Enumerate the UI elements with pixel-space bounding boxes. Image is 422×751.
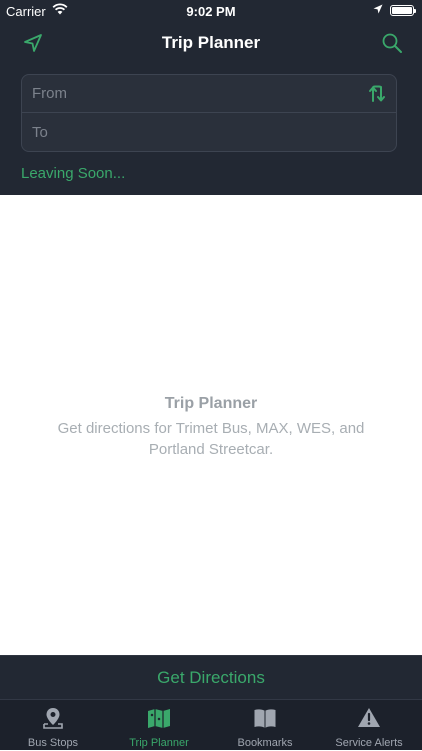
from-field[interactable]: From [22,75,396,113]
tab-trip-planner[interactable]: Trip Planner [106,700,212,751]
leaving-time-button[interactable]: Leaving Soon... [21,165,125,182]
status-bar: Carrier 9:02 PM [0,0,422,22]
get-directions-button[interactable]: Get Directions [0,655,422,699]
swap-icon[interactable] [368,85,386,103]
page-title: Trip Planner [161,33,261,52]
tab-label: Trip Planner [129,737,189,749]
location-services-icon [373,4,383,14]
to-field[interactable]: To [22,114,396,151]
trip-fields: From To [21,74,397,152]
alert-icon [358,708,380,727]
status-time: 9:02 PM [186,4,236,19]
tab-label: Bus Stops [27,737,79,749]
map-pin-icon [43,708,63,729]
tab-bar: Bus Stops Trip Planner Bookmarks Service… [0,699,422,750]
empty-state-subtitle: Get directions for Trimet Bus, MAX, WES,… [57,420,365,458]
map-icon [148,709,170,728]
tab-service-alerts[interactable]: Service Alerts [316,700,422,751]
tab-label: Service Alerts [335,737,403,749]
tab-bookmarks[interactable]: Bookmarks [212,700,318,751]
search-icon[interactable] [381,32,403,54]
tab-bus-stops[interactable]: Bus Stops [0,700,106,751]
empty-state-title: Trip Planner [164,395,258,412]
tab-label: Bookmarks [237,737,293,749]
battery-icon [390,5,416,16]
header: Carrier 9:02 PM Trip Planner From To Lea… [0,0,422,195]
book-icon [254,709,276,728]
